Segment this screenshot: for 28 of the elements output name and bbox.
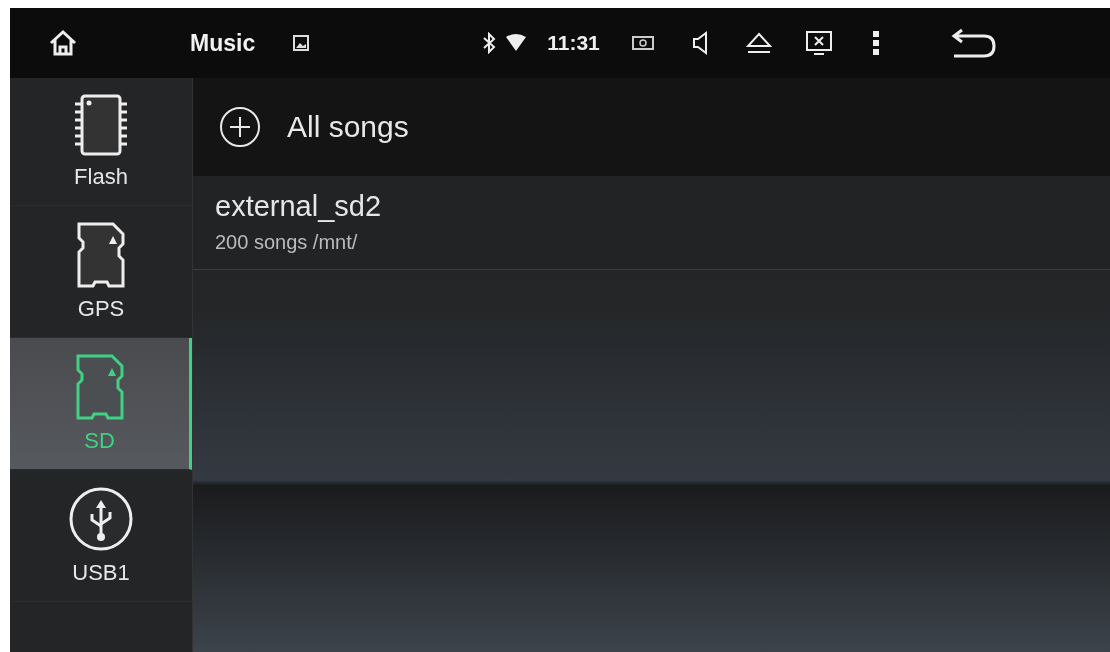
volume-icon[interactable] [691,31,710,55]
all-songs-row[interactable]: All songs [193,78,1110,176]
tab-label: Flash [74,163,128,190]
tab-label: GPS [77,295,125,322]
usb-icon [68,485,134,552]
storage-tab[interactable]: Flash [10,78,192,206]
app-title: Music [190,29,256,57]
storage-tab[interactable]: GPS [10,206,192,338]
sd-card-icon [75,221,127,288]
bluetooth-icon [481,32,498,54]
eject-icon[interactable] [745,32,772,54]
folder-name: external_sd2 [215,190,383,223]
wifi-icon [505,34,528,52]
menu-icon[interactable] [871,30,880,56]
all-songs-label: All songs [287,110,409,144]
back-icon[interactable] [949,28,996,58]
add-icon [219,106,261,148]
storage-tab[interactable]: USB1 [10,470,192,602]
screen-icon[interactable] [631,35,654,51]
home-icon[interactable] [48,29,78,57]
chip-icon [72,93,130,156]
close-window-icon[interactable] [805,31,832,55]
clock-time: 11:31 [547,31,600,55]
image-icon[interactable] [293,35,310,51]
storage-tab[interactable]: SD [10,338,192,470]
folder-detail: 200 songs /mnt/ [215,231,359,254]
tab-label: USB1 [72,559,130,586]
tab-label: SD [84,427,115,454]
